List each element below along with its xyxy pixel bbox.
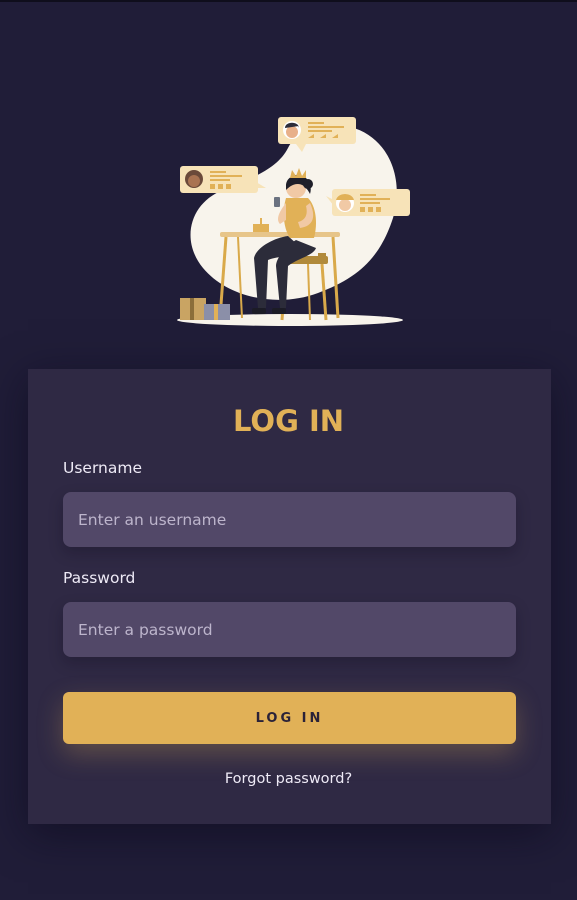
- woman-chatting-illustration: [177, 117, 410, 326]
- username-label: Username: [63, 459, 143, 477]
- password-label: Password: [63, 569, 136, 587]
- password-input[interactable]: [63, 602, 516, 657]
- username-input[interactable]: [63, 492, 516, 547]
- login-button[interactable]: LOG IN: [63, 692, 516, 744]
- forgot-password-link[interactable]: Forgot password?: [0, 771, 577, 787]
- top-border: [0, 0, 577, 2]
- login-title: LOG IN: [232, 404, 345, 438]
